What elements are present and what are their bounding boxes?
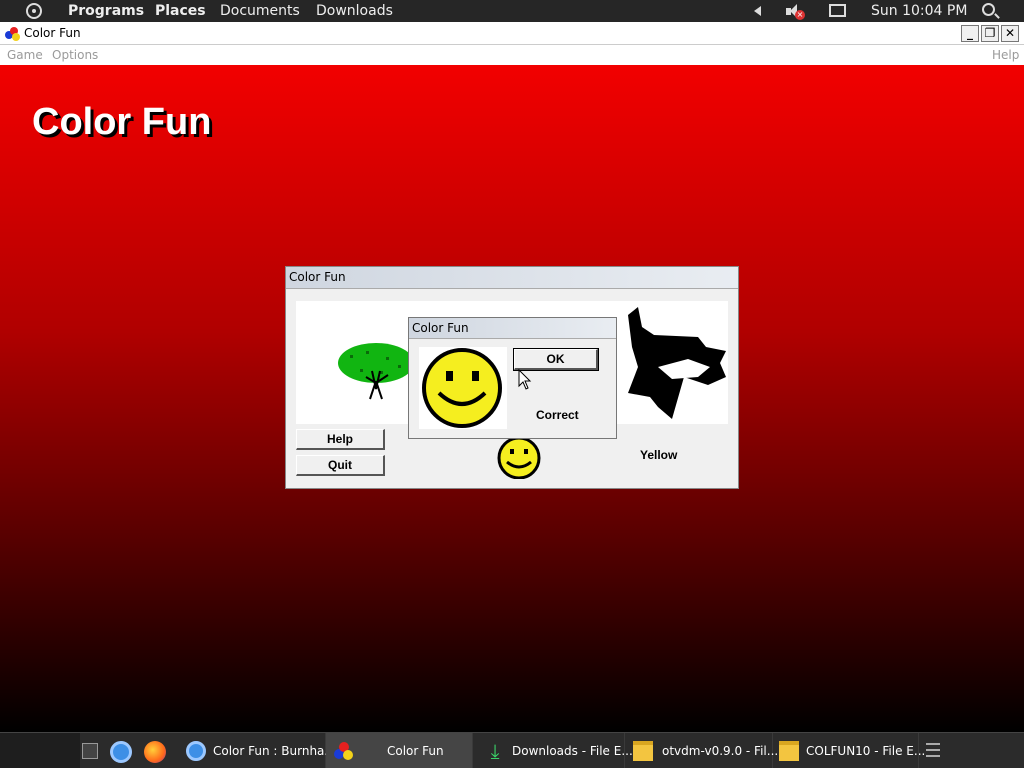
witch-hat-picture[interactable] [628, 307, 728, 419]
message-box-title[interactable]: Color Fun [409, 318, 616, 339]
notification-icon[interactable] [829, 4, 846, 17]
documents-menu[interactable]: Documents [220, 3, 300, 19]
small-smiley-icon [497, 437, 541, 479]
close-button[interactable]: ✕ [1001, 25, 1019, 42]
chrome-icon [186, 741, 206, 761]
task-chrome-color-fun[interactable]: Color Fun : Burnha... [180, 733, 336, 768]
clock[interactable]: Sun 10:04 PM [871, 3, 967, 19]
menu-help[interactable]: Help [992, 48, 1019, 62]
window-title: Color Fun [24, 26, 81, 40]
places-menu[interactable]: Places [155, 3, 206, 19]
color-fun-app-icon [5, 27, 20, 41]
taskbar-left-spacer [0, 733, 80, 768]
window-titlebar[interactable]: Color Fun _ ❐ ✕ [0, 22, 1024, 45]
top-panel: Programs Places Documents Downloads × Su… [0, 0, 1024, 22]
task-downloads[interactable]: ⤓ Downloads - File E... [477, 733, 633, 768]
minimize-button[interactable]: _ [961, 25, 979, 42]
task-color-fun[interactable]: Color Fun [326, 733, 473, 768]
mouse-cursor-icon [518, 369, 532, 390]
menu-bar: Game Options Help [0, 45, 1024, 65]
menu-game[interactable]: Game [7, 48, 43, 62]
folder-icon [779, 741, 799, 761]
search-icon[interactable] [982, 3, 995, 16]
color-fun-icon [334, 741, 354, 761]
help-button[interactable]: Help [296, 429, 385, 450]
programs-menu[interactable]: Programs [68, 3, 144, 19]
ok-button[interactable]: OK [513, 348, 599, 371]
chrome-launcher-icon[interactable] [110, 741, 132, 763]
show-desktop-icon[interactable] [82, 743, 98, 759]
menu-options[interactable]: Options [52, 48, 98, 62]
quit-button[interactable]: Quit [296, 455, 385, 476]
tray-expand-icon[interactable] [754, 6, 761, 16]
taskbar: Color Fun : Burnha... Color Fun ⤓ Downlo… [0, 732, 1024, 768]
task-otvdm[interactable]: otvdm-v0.9.0 - Fil... [625, 733, 778, 768]
smiley-picture-box [419, 347, 507, 429]
game-dialog-title[interactable]: Color Fun [286, 267, 738, 289]
volume-muted-icon[interactable]: × [786, 4, 805, 20]
big-smiley-icon [422, 348, 502, 428]
firefox-launcher-icon[interactable] [144, 741, 166, 763]
tree-picture[interactable] [336, 341, 416, 403]
color-name-label: Yellow [640, 448, 678, 462]
result-label: Correct [536, 408, 579, 422]
applications-icon[interactable] [26, 3, 42, 19]
folder-icon [633, 741, 653, 761]
downloads-menu[interactable]: Downloads [316, 3, 393, 19]
download-icon: ⤓ [490, 739, 500, 763]
task-colfun10[interactable]: COLFUN10 - File E... [773, 733, 925, 768]
game-heading: Color Fun [32, 101, 212, 143]
result-message-box: Color Fun OK Correct [408, 317, 617, 439]
restore-button[interactable]: ❐ [981, 25, 999, 42]
taskbar-menu-icon[interactable] [926, 743, 940, 757]
